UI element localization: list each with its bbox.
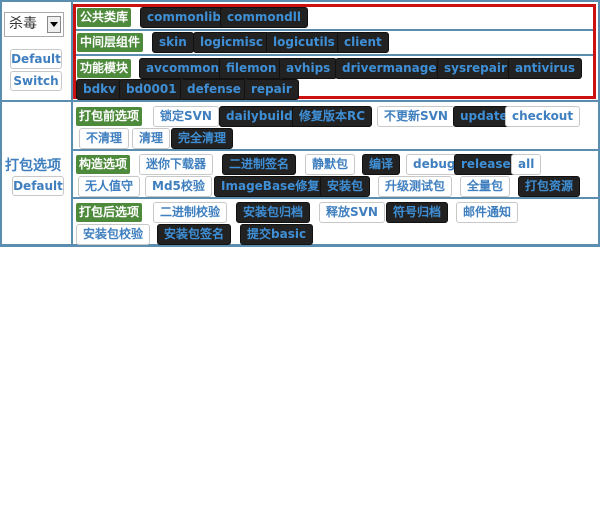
option-antivirus[interactable]: antivirus (508, 58, 583, 79)
group-title-build: 构造选项 (76, 155, 131, 174)
option-unattended[interactable]: 无人值守 (78, 176, 141, 197)
option-binary-sign[interactable]: 二进制签名 (222, 154, 297, 175)
option-commonlib[interactable]: commonlib (140, 7, 228, 28)
group-title-common: 公共类库 (77, 8, 132, 27)
option-drivermanager[interactable]: drivermanager (335, 58, 450, 79)
option-symbol-archive[interactable]: 符号归档 (386, 202, 449, 223)
option-all[interactable]: all (511, 154, 542, 175)
option-full-package[interactable]: 全量包 (460, 176, 511, 197)
option-lock-svn[interactable]: 锁定SVN (153, 106, 219, 127)
pack-options-label: 打包选项 (5, 158, 61, 174)
option-imagebase-fix[interactable]: ImageBase修复 (214, 176, 327, 197)
option-installer-verify[interactable]: 安装包校验 (76, 224, 151, 245)
option-filemon[interactable]: filemon (219, 58, 284, 79)
option-fix-version-rc[interactable]: 修复版本RC (292, 106, 373, 127)
group-title-postpack: 打包后选项 (76, 203, 143, 222)
option-installer-sign[interactable]: 安装包签名 (157, 224, 232, 245)
module-select[interactable]: 杀毒 (4, 12, 64, 37)
group-title-middle: 中间层组件 (77, 33, 144, 52)
option-avcommon[interactable]: avcommon (139, 58, 227, 79)
module-select-value: 杀毒 (9, 16, 37, 32)
pack-default-button[interactable]: Default (12, 176, 64, 196)
option-upgrade-test-package[interactable]: 升级测试包 (378, 176, 453, 197)
option-defense[interactable]: defense (180, 79, 248, 100)
option-mini-downloader[interactable]: 迷你下载器 (139, 154, 214, 175)
option-md5-check[interactable]: Md5校验 (145, 176, 212, 197)
option-client[interactable]: client (337, 32, 389, 53)
option-commondll[interactable]: commondll (220, 7, 308, 28)
option-skin[interactable]: skin (152, 32, 194, 53)
chevron-down-icon[interactable] (47, 16, 61, 33)
row-divider (0, 100, 600, 102)
option-clean[interactable]: 清理 (132, 128, 171, 149)
option-release[interactable]: release (454, 154, 518, 175)
option-logicutils[interactable]: logicutils (266, 32, 342, 53)
option-binary-verify[interactable]: 二进制校验 (153, 202, 228, 223)
option-no-update-svn[interactable]: 不更新SVN (377, 106, 455, 127)
row-divider (73, 197, 600, 199)
option-repair[interactable]: repair (244, 79, 299, 100)
option-checkout[interactable]: checkout (505, 106, 581, 127)
option-logicmisc[interactable]: logicmisc (193, 32, 271, 53)
option-dailybuild[interactable]: dailybuild (219, 106, 300, 127)
option-installer[interactable]: 安装包 (320, 176, 371, 197)
group-title-prepack: 打包前选项 (76, 107, 143, 126)
option-full-clean[interactable]: 完全清理 (171, 128, 234, 149)
option-release-svn[interactable]: 释放SVN (319, 202, 385, 223)
option-no-clean[interactable]: 不清理 (79, 128, 130, 149)
option-compile[interactable]: 编译 (362, 154, 401, 175)
option-email-notify[interactable]: 邮件通知 (456, 202, 519, 223)
group-title-feature: 功能模块 (77, 59, 132, 78)
option-silent-package[interactable]: 静默包 (305, 154, 356, 175)
default-button[interactable]: Default (10, 49, 62, 69)
option-bdkv[interactable]: bdkv (76, 79, 123, 100)
option-sysrepair[interactable]: sysrepair (437, 58, 514, 79)
option-avhips[interactable]: avhips (279, 58, 338, 79)
option-bd0001[interactable]: bd0001 (119, 79, 184, 100)
switch-button[interactable]: Switch (10, 71, 62, 91)
option-pack-resources[interactable]: 打包资源 (518, 176, 581, 197)
option-submit-basic[interactable]: 提交basic (240, 224, 314, 245)
row-divider (73, 149, 600, 151)
option-installer-archive[interactable]: 安装包归档 (236, 202, 311, 223)
